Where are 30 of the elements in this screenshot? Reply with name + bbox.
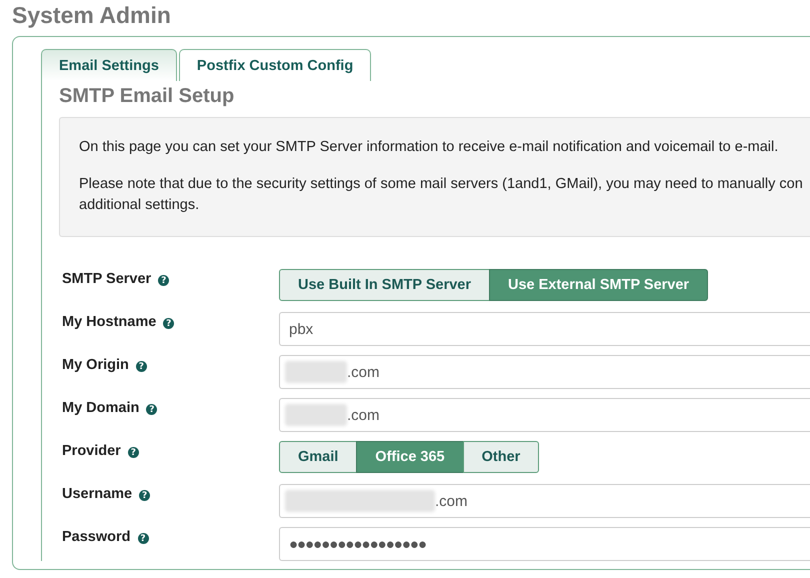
toggle-option[interactable]: Use Built In SMTP Server — [279, 269, 490, 301]
help-icon[interactable]: ? — [163, 318, 174, 329]
tab[interactable]: Postfix Custom Config — [178, 49, 372, 81]
field-label: My Origin — [62, 357, 129, 373]
info-text: Please note that due to the security settings of some mail servers (1and1, GMail), you may need to manually con additional settings. — [79, 175, 804, 215]
field-label: Provider — [62, 443, 121, 459]
text-field[interactable]: pbx — [279, 312, 810, 346]
field-label: My Domain — [62, 400, 140, 416]
field-label: My Hostname — [62, 314, 156, 330]
page-title: System Admin — [11, 1, 172, 30]
text-field[interactable]: .com — [279, 398, 810, 432]
field-label: Username — [62, 486, 132, 502]
tab[interactable]: Email Settings — [41, 49, 177, 81]
toggle-option[interactable]: Office 365 — [356, 441, 464, 473]
text-field[interactable]: .com — [279, 355, 810, 389]
toggle-option[interactable]: Gmail — [279, 441, 358, 473]
help-icon[interactable]: ? — [139, 490, 150, 501]
toggle-option[interactable]: Other — [462, 441, 540, 473]
field-label: SMTP Server — [62, 271, 152, 287]
help-icon[interactable]: ? — [158, 275, 170, 286]
help-icon[interactable]: ? — [128, 447, 139, 458]
section-title: SMTP Email Setup — [59, 85, 236, 109]
help-icon[interactable]: ? — [136, 361, 147, 372]
info-text: On this page you can set your SMTP Server information to receive e-mail notification and voicemail to e-mail. — [79, 138, 780, 157]
help-icon[interactable]: ? — [146, 404, 158, 415]
help-icon[interactable]: ? — [138, 533, 148, 544]
password-field[interactable]: ●●●●●●●●●●●●●●●●● — [279, 527, 810, 561]
field-label: Password — [62, 529, 130, 545]
text-field[interactable]: .com — [279, 484, 810, 518]
toggle-option[interactable]: Use External SMTP Server — [488, 269, 708, 301]
